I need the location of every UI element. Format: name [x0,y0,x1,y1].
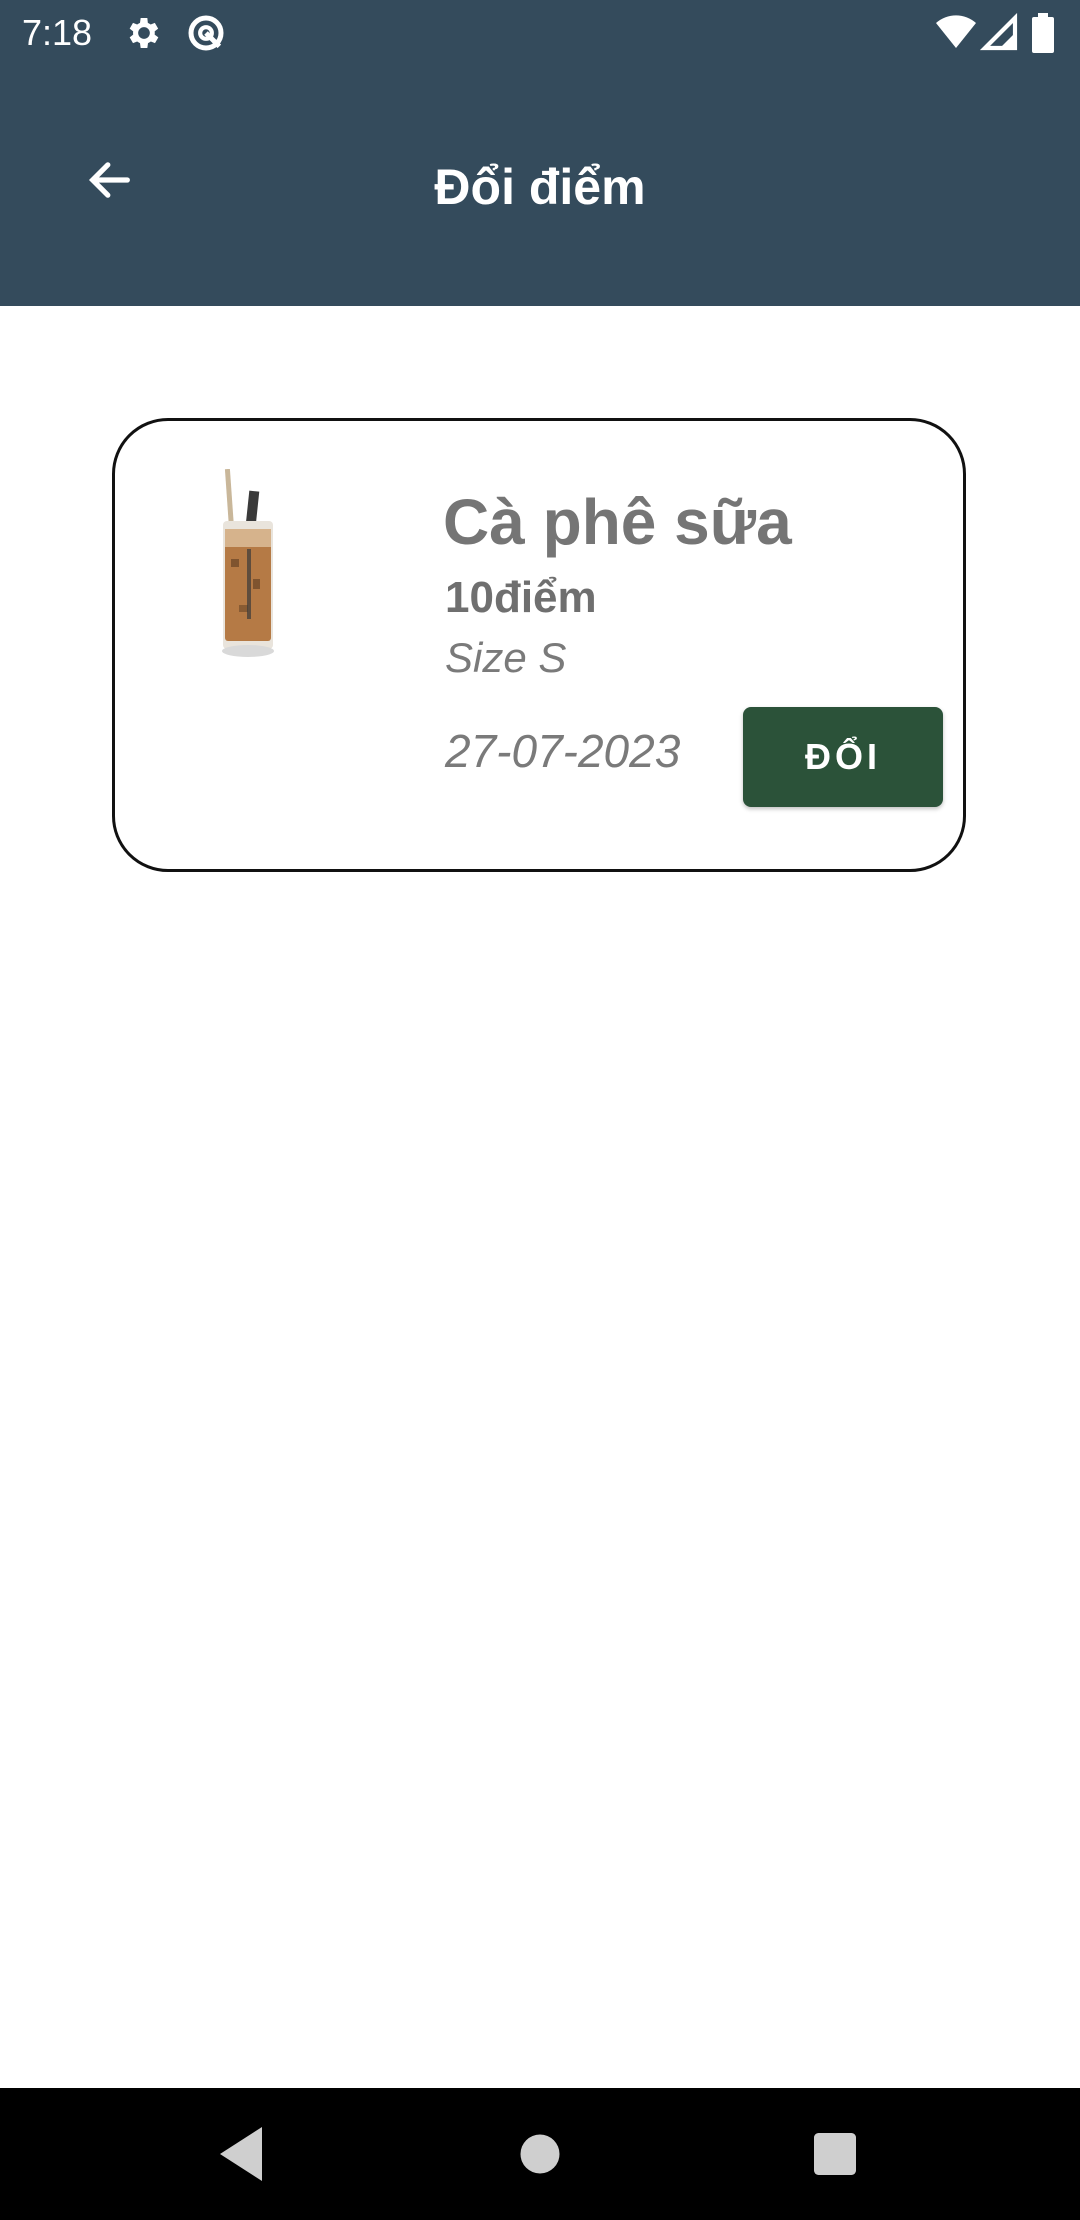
page-title: Đổi điểm [434,159,646,215]
reward-card: Cà phê sữa 10điểm Size S 27-07-2023 ĐỔI [112,418,966,872]
status-bar: 7:18 [0,0,1080,66]
battery-icon [1030,13,1056,53]
gear-icon [124,13,164,53]
back-triangle-icon[interactable] [208,2118,280,2190]
product-points: 10điểm [445,573,597,622]
iced-coffee-glass-icon [205,468,291,669]
product-size: Size S [445,634,567,681]
toolbar: Đổi điểm [0,66,1080,306]
wifi-icon [936,13,976,53]
navigation-bar [0,2088,1080,2220]
product-name: Cà phê sữa [443,486,792,558]
app-header: 7:18 Đổi điểm [0,0,1080,306]
redeem-button[interactable]: ĐỔI [743,707,943,807]
cellular-signal-icon [979,12,1020,53]
product-date: 27-07-2023 [445,725,681,777]
home-circle-icon[interactable] [504,2118,576,2190]
recents-square-icon[interactable] [799,2118,871,2190]
data-saver-icon [186,13,226,53]
status-time: 7:18 [22,12,93,53]
